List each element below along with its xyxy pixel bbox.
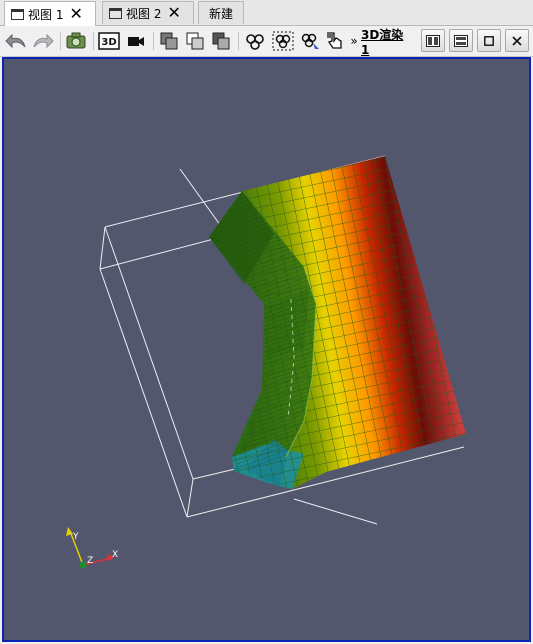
- orientation-axes: Y Z X: [66, 527, 118, 569]
- undo-camera-icon[interactable]: [4, 29, 28, 53]
- tab-new[interactable]: 新建: [198, 1, 244, 24]
- maximize-icon[interactable]: [477, 29, 501, 52]
- axis-y-label: Y: [72, 532, 79, 542]
- view-tab-bar: 视图 1 ✕ 视图 2 ✕ 新建: [0, 0, 533, 26]
- split-horizontal-icon[interactable]: [421, 29, 445, 52]
- tab-label: 视图 2: [126, 6, 162, 21]
- surface-mesh: [209, 156, 466, 489]
- window-icon: [109, 7, 122, 19]
- record-camera-icon[interactable]: [124, 29, 148, 53]
- svg-text:3D: 3D: [101, 37, 116, 48]
- toolbar-overflow-icon[interactable]: »: [349, 29, 359, 53]
- hover-points-icon[interactable]: [298, 29, 322, 53]
- tab-label: 新建: [208, 6, 233, 21]
- tab-view-2[interactable]: 视图 2 ✕: [102, 1, 194, 24]
- capture-screenshot-icon[interactable]: [64, 29, 88, 53]
- tab-label: 视图 1: [28, 7, 64, 22]
- 3d-toggle-icon[interactable]: 3D: [97, 29, 121, 53]
- close-tab-icon[interactable]: ✕: [167, 5, 180, 21]
- close-icon[interactable]: [505, 29, 529, 52]
- view-toolbar: 3D » 3D渲染1: [0, 26, 533, 57]
- split-vertical-icon[interactable]: [449, 29, 473, 52]
- axis-z-label: Z: [87, 556, 93, 566]
- redo-camera-icon[interactable]: [31, 29, 55, 53]
- axis-x-label: X: [112, 550, 118, 560]
- tab-view-1[interactable]: 视图 1 ✕: [4, 1, 96, 26]
- select-block-icon[interactable]: [242, 29, 268, 53]
- select-points-on-icon[interactable]: [183, 29, 207, 53]
- select-cells-on-icon[interactable]: [157, 29, 181, 53]
- window-icon: [11, 8, 24, 20]
- interactive-select-icon[interactable]: [270, 29, 296, 53]
- view-name-label: 3D渲染1: [361, 27, 404, 57]
- close-tab-icon[interactable]: ✕: [69, 6, 82, 22]
- select-cells-through-icon[interactable]: [209, 29, 233, 53]
- render-view-3d[interactable]: Y Z X: [2, 57, 531, 642]
- hover-cells-icon[interactable]: [323, 29, 347, 53]
